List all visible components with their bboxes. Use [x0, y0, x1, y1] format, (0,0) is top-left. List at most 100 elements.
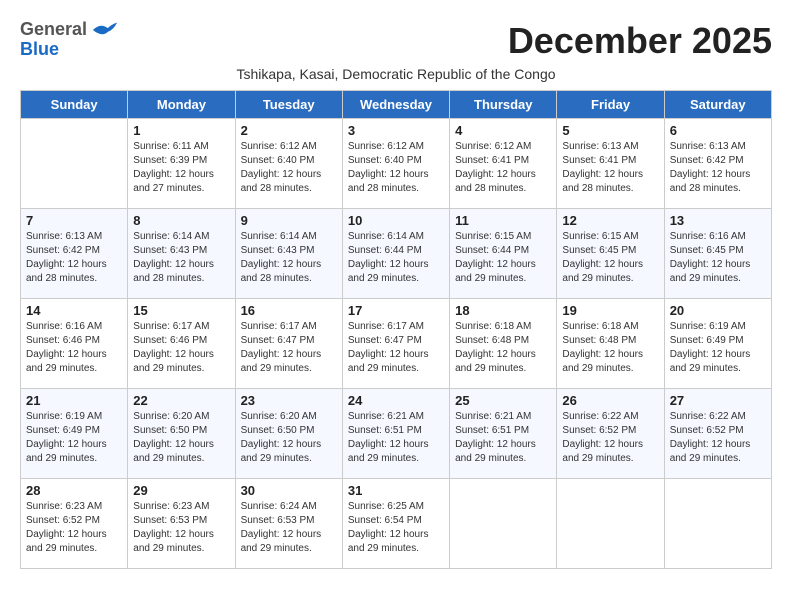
- calendar-cell: [557, 479, 664, 569]
- calendar-cell: 12 Sunrise: 6:15 AM Sunset: 6:45 PM Dayli…: [557, 209, 664, 299]
- day-info: Sunrise: 6:24 AM Sunset: 6:53 PM Dayligh…: [241, 500, 337, 556]
- calendar-cell: 25 Sunrise: 6:21 AM Sunset: 6:51 PM Dayli…: [450, 389, 557, 479]
- logo-blue-text: Blue: [20, 40, 119, 60]
- day-info: Sunrise: 6:13 AM Sunset: 6:42 PM Dayligh…: [26, 230, 122, 286]
- calendar-cell: 18 Sunrise: 6:18 AM Sunset: 6:48 PM Dayli…: [450, 299, 557, 389]
- day-info: Sunrise: 6:21 AM Sunset: 6:51 PM Dayligh…: [348, 410, 444, 466]
- calendar-cell: 11 Sunrise: 6:15 AM Sunset: 6:44 PM Dayli…: [450, 209, 557, 299]
- day-number: 27: [670, 393, 766, 408]
- calendar-cell: 23Sunrise: 6:20 AM Sunset: 6:50 PM Dayli…: [235, 389, 342, 479]
- day-number: 2: [241, 123, 337, 138]
- calendar-cell: 9 Sunrise: 6:14 AM Sunset: 6:43 PM Daylig…: [235, 209, 342, 299]
- day-number: 8: [133, 213, 229, 228]
- calendar-cell: 2 Sunrise: 6:12 AM Sunset: 6:40 PM Daylig…: [235, 119, 342, 209]
- calendar-cell: 15 Sunrise: 6:17 AM Sunset: 6:46 PM Dayli…: [128, 299, 235, 389]
- calendar-cell: 29Sunrise: 6:23 AM Sunset: 6:53 PM Dayli…: [128, 479, 235, 569]
- day-number: 22: [133, 393, 229, 408]
- day-info: Sunrise: 6:14 AM Sunset: 6:43 PM Dayligh…: [241, 230, 337, 286]
- day-info: Sunrise: 6:14 AM Sunset: 6:43 PM Dayligh…: [133, 230, 229, 286]
- day-number: 31: [348, 483, 444, 498]
- calendar-cell: 7 Sunrise: 6:13 AM Sunset: 6:42 PM Daylig…: [21, 209, 128, 299]
- day-info: Sunrise: 6:12 AM Sunset: 6:41 PM Dayligh…: [455, 140, 551, 196]
- day-number: 4: [455, 123, 551, 138]
- day-header-wednesday: Wednesday: [342, 91, 449, 119]
- calendar-cell: 8 Sunrise: 6:14 AM Sunset: 6:43 PM Daylig…: [128, 209, 235, 299]
- calendar-cell: 20Sunrise: 6:19 AM Sunset: 6:49 PM Dayli…: [664, 299, 771, 389]
- day-header-thursday: Thursday: [450, 91, 557, 119]
- calendar-cell: 10Sunrise: 6:14 AM Sunset: 6:44 PM Dayli…: [342, 209, 449, 299]
- calendar-cell: 24 Sunrise: 6:21 AM Sunset: 6:51 PM Dayli…: [342, 389, 449, 479]
- calendar-cell: 30 Sunrise: 6:24 AM Sunset: 6:53 PM Dayli…: [235, 479, 342, 569]
- page-header: General Blue December 2025: [20, 20, 772, 62]
- day-header-friday: Friday: [557, 91, 664, 119]
- day-info: Sunrise: 6:11 AM Sunset: 6:39 PM Dayligh…: [133, 140, 229, 196]
- day-number: 13: [670, 213, 766, 228]
- day-info: Sunrise: 6:12 AM Sunset: 6:40 PM Dayligh…: [348, 140, 444, 196]
- day-number: 16: [241, 303, 337, 318]
- calendar-cell: 27Sunrise: 6:22 AM Sunset: 6:52 PM Dayli…: [664, 389, 771, 479]
- day-number: 24: [348, 393, 444, 408]
- day-number: 18: [455, 303, 551, 318]
- day-info: Sunrise: 6:16 AM Sunset: 6:46 PM Dayligh…: [26, 320, 122, 376]
- day-info: Sunrise: 6:17 AM Sunset: 6:46 PM Dayligh…: [133, 320, 229, 376]
- day-number: 6: [670, 123, 766, 138]
- day-number: 28: [26, 483, 122, 498]
- day-info: Sunrise: 6:21 AM Sunset: 6:51 PM Dayligh…: [455, 410, 551, 466]
- calendar-cell: 19 Sunrise: 6:18 AM Sunset: 6:48 PM Dayli…: [557, 299, 664, 389]
- day-info: Sunrise: 6:20 AM Sunset: 6:50 PM Dayligh…: [241, 410, 337, 466]
- calendar-table: SundayMondayTuesdayWednesdayThursdayFrid…: [20, 90, 772, 569]
- calendar-cell: [21, 119, 128, 209]
- day-number: 10: [348, 213, 444, 228]
- day-info: Sunrise: 6:17 AM Sunset: 6:47 PM Dayligh…: [241, 320, 337, 376]
- calendar-cell: 16 Sunrise: 6:17 AM Sunset: 6:47 PM Dayli…: [235, 299, 342, 389]
- day-number: 1: [133, 123, 229, 138]
- month-title: December 2025: [508, 20, 772, 62]
- day-number: 5: [562, 123, 658, 138]
- day-header-tuesday: Tuesday: [235, 91, 342, 119]
- day-info: Sunrise: 6:12 AM Sunset: 6:40 PM Dayligh…: [241, 140, 337, 196]
- day-info: Sunrise: 6:13 AM Sunset: 6:41 PM Dayligh…: [562, 140, 658, 196]
- calendar-week-row: 14Sunrise: 6:16 AM Sunset: 6:46 PM Dayli…: [21, 299, 772, 389]
- day-number: 21: [26, 393, 122, 408]
- day-number: 9: [241, 213, 337, 228]
- day-info: Sunrise: 6:18 AM Sunset: 6:48 PM Dayligh…: [562, 320, 658, 376]
- logo-general-text: General: [20, 20, 87, 40]
- calendar-cell: 22Sunrise: 6:20 AM Sunset: 6:50 PM Dayli…: [128, 389, 235, 479]
- day-header-saturday: Saturday: [664, 91, 771, 119]
- calendar-cell: 28 Sunrise: 6:23 AM Sunset: 6:52 PM Dayli…: [21, 479, 128, 569]
- calendar-cell: 1 Sunrise: 6:11 AM Sunset: 6:39 PM Daylig…: [128, 119, 235, 209]
- calendar-cell: 5 Sunrise: 6:13 AM Sunset: 6:41 PM Daylig…: [557, 119, 664, 209]
- calendar-cell: 13 Sunrise: 6:16 AM Sunset: 6:45 PM Dayli…: [664, 209, 771, 299]
- calendar-cell: 17 Sunrise: 6:17 AM Sunset: 6:47 PM Dayli…: [342, 299, 449, 389]
- day-info: Sunrise: 6:15 AM Sunset: 6:44 PM Dayligh…: [455, 230, 551, 286]
- calendar-cell: 4 Sunrise: 6:12 AM Sunset: 6:41 PM Daylig…: [450, 119, 557, 209]
- day-number: 3: [348, 123, 444, 138]
- day-info: Sunrise: 6:17 AM Sunset: 6:47 PM Dayligh…: [348, 320, 444, 376]
- day-info: Sunrise: 6:25 AM Sunset: 6:54 PM Dayligh…: [348, 500, 444, 556]
- day-info: Sunrise: 6:19 AM Sunset: 6:49 PM Dayligh…: [670, 320, 766, 376]
- calendar-cell: 21Sunrise: 6:19 AM Sunset: 6:49 PM Dayli…: [21, 389, 128, 479]
- day-number: 17: [348, 303, 444, 318]
- day-number: 15: [133, 303, 229, 318]
- calendar-week-row: 21Sunrise: 6:19 AM Sunset: 6:49 PM Dayli…: [21, 389, 772, 479]
- day-number: 11: [455, 213, 551, 228]
- day-number: 19: [562, 303, 658, 318]
- day-header-sunday: Sunday: [21, 91, 128, 119]
- logo-bird-icon: [91, 20, 119, 40]
- calendar-cell: [664, 479, 771, 569]
- day-number: 30: [241, 483, 337, 498]
- day-header-monday: Monday: [128, 91, 235, 119]
- day-info: Sunrise: 6:15 AM Sunset: 6:45 PM Dayligh…: [562, 230, 658, 286]
- day-number: 12: [562, 213, 658, 228]
- day-info: Sunrise: 6:23 AM Sunset: 6:52 PM Dayligh…: [26, 500, 122, 556]
- day-info: Sunrise: 6:18 AM Sunset: 6:48 PM Dayligh…: [455, 320, 551, 376]
- calendar-cell: 6Sunrise: 6:13 AM Sunset: 6:42 PM Daylig…: [664, 119, 771, 209]
- day-number: 26: [562, 393, 658, 408]
- day-number: 25: [455, 393, 551, 408]
- day-number: 7: [26, 213, 122, 228]
- day-info: Sunrise: 6:16 AM Sunset: 6:45 PM Dayligh…: [670, 230, 766, 286]
- calendar-header-row: SundayMondayTuesdayWednesdayThursdayFrid…: [21, 91, 772, 119]
- day-info: Sunrise: 6:22 AM Sunset: 6:52 PM Dayligh…: [562, 410, 658, 466]
- calendar-cell: 14Sunrise: 6:16 AM Sunset: 6:46 PM Dayli…: [21, 299, 128, 389]
- calendar-cell: 3 Sunrise: 6:12 AM Sunset: 6:40 PM Daylig…: [342, 119, 449, 209]
